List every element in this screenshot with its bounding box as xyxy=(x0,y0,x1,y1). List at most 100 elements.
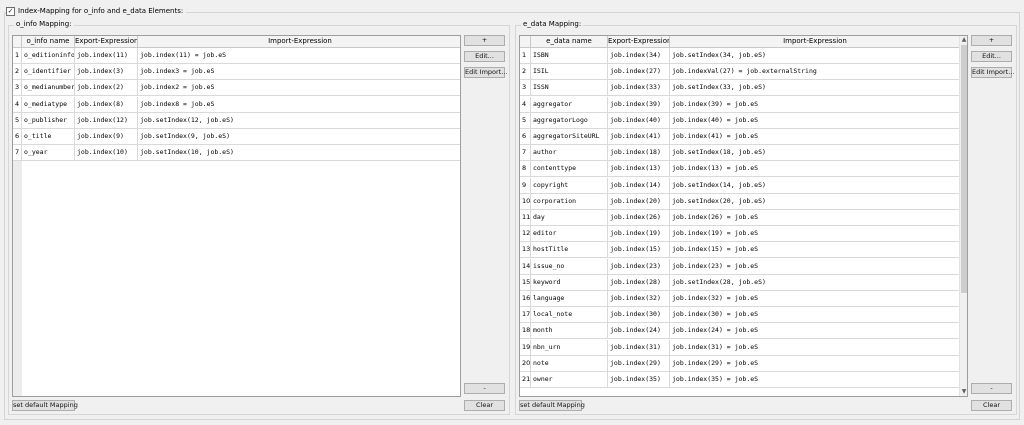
row-number[interactable]: 13 xyxy=(520,242,531,258)
cell-name[interactable]: keyword xyxy=(531,274,608,290)
e-data-edit-import-button[interactable]: Edit Import... xyxy=(971,67,1014,78)
table-row[interactable]: 3 ISSN job.index(33) job.setIndex(33, job.e… xyxy=(520,80,960,97)
table-row[interactable]: 1 o_editioninfo job.index(11) job.index(11)… xyxy=(13,48,460,64)
index-mapping-checkbox[interactable]: ✓ xyxy=(6,6,15,16)
cell-import-expression[interactable]: job.index(26) = job.eS xyxy=(670,210,960,225)
row-number[interactable]: 9 xyxy=(520,177,531,193)
cell-import-expression[interactable]: job.setIndex(9, job.eS) xyxy=(138,129,460,144)
cell-name[interactable]: corporation xyxy=(531,193,608,209)
cell-export-expression[interactable]: job.index(19) xyxy=(608,226,670,242)
table-row[interactable]: 11 day job.index(26) job.index(26) = job.eS xyxy=(520,210,960,226)
cell-name[interactable]: o_year xyxy=(22,145,75,161)
cell-export-expression[interactable]: job.index(32) xyxy=(608,291,670,306)
cell-export-expression[interactable]: job.index(20) xyxy=(608,193,670,209)
row-number[interactable]: 8 xyxy=(520,161,531,177)
cell-import-expression[interactable]: job.setIndex(20, job.eS) xyxy=(670,194,960,209)
cell-export-expression[interactable]: job.index(41) xyxy=(608,129,670,144)
cell-import-expression[interactable]: job.setIndex(33, job.eS) xyxy=(670,80,960,95)
e-data-edit-button[interactable]: Edit... xyxy=(971,51,1012,62)
table-row[interactable]: 14 issue_no job.index(23) job.index(23) = j… xyxy=(520,258,960,275)
row-number[interactable]: 5 xyxy=(520,112,531,128)
column-header-export[interactable]: Export-Expression xyxy=(75,36,138,47)
row-number[interactable]: 2 xyxy=(520,64,531,80)
cell-export-expression[interactable]: job.index(12) xyxy=(75,112,138,128)
o-info-clear-button[interactable]: Clear xyxy=(464,400,505,411)
row-number[interactable]: 7 xyxy=(520,145,531,161)
table-row[interactable]: 15 keyword job.index(28) job.setIndex(28, j… xyxy=(520,274,960,291)
row-number[interactable]: 18 xyxy=(520,323,531,339)
table-row[interactable]: 19 nbn_urn job.index(31) job.index(31) = jo… xyxy=(520,339,960,356)
cell-import-expression[interactable]: job.index(15) = job.eS xyxy=(670,242,960,257)
cell-name[interactable]: o_editioninfo xyxy=(22,48,75,63)
column-header-name[interactable]: e_data name xyxy=(531,36,608,47)
column-header-name[interactable]: o_info name xyxy=(22,36,75,47)
row-number[interactable]: 1 xyxy=(520,48,531,63)
table-row[interactable]: 9 copyright job.index(14) job.setIndex(14, … xyxy=(520,177,960,194)
cell-import-expression[interactable]: job.index(39) = job.eS xyxy=(670,97,960,112)
row-number[interactable]: 2 xyxy=(13,64,22,80)
cell-export-expression[interactable]: job.index(3) xyxy=(75,64,138,80)
cell-import-expression[interactable]: job.index(32) = job.eS xyxy=(670,291,960,306)
cell-name[interactable]: contenttype xyxy=(531,161,608,177)
row-number[interactable]: 12 xyxy=(520,226,531,242)
cell-export-expression[interactable]: job.index(28) xyxy=(608,274,670,290)
table-row[interactable]: 5 o_publisher job.index(12) job.setIndex(12… xyxy=(13,112,460,129)
cell-name[interactable]: aggregatorLogo xyxy=(531,112,608,128)
cell-export-expression[interactable]: job.index(14) xyxy=(608,177,670,193)
cell-name[interactable]: author xyxy=(531,145,608,161)
cell-export-expression[interactable]: job.index(30) xyxy=(608,307,670,323)
row-number[interactable]: 21 xyxy=(520,372,531,387)
cell-name[interactable]: local_note xyxy=(531,307,608,323)
cell-export-expression[interactable]: job.index(27) xyxy=(608,64,670,80)
cell-export-expression[interactable]: job.index(2) xyxy=(75,80,138,96)
cell-name[interactable]: o_identifier xyxy=(22,64,75,80)
cell-import-expression[interactable]: job.setIndex(18, job.eS) xyxy=(670,145,960,160)
cell-name[interactable]: hostTitle xyxy=(531,242,608,258)
e-data-remove-button[interactable]: - xyxy=(971,383,1012,394)
o-info-add-button[interactable]: + xyxy=(464,35,505,46)
table-row[interactable]: 17 local_note job.index(30) job.index(30) =… xyxy=(520,307,960,324)
cell-export-expression[interactable]: job.index(40) xyxy=(608,112,670,128)
table-row[interactable]: 7 author job.index(18) job.setIndex(18, job… xyxy=(520,145,960,162)
row-number[interactable]: 19 xyxy=(520,339,531,355)
cell-import-expression[interactable]: job.index(13) = job.eS xyxy=(670,161,960,176)
scroll-up-arrow-icon[interactable]: ▲ xyxy=(960,36,967,44)
row-number[interactable]: 1 xyxy=(13,48,22,63)
table-row[interactable]: 13 hostTitle job.index(15) job.index(15) = … xyxy=(520,242,960,259)
cell-import-expression[interactable]: job.index(29) = job.eS xyxy=(670,356,960,371)
o-info-set-default-button[interactable]: set default Mapping xyxy=(12,400,78,411)
cell-export-expression[interactable]: job.index(8) xyxy=(75,96,138,112)
cell-import-expression[interactable]: job.index(40) = job.eS xyxy=(670,113,960,128)
column-header-import[interactable]: Import-Expression xyxy=(670,36,960,47)
cell-import-expression[interactable]: job.index8 = job.eS xyxy=(138,97,460,112)
cell-name[interactable]: ISBN xyxy=(531,48,608,63)
cell-export-expression[interactable]: job.index(24) xyxy=(608,323,670,339)
cell-name[interactable]: ISSN xyxy=(531,80,608,96)
row-number[interactable]: 20 xyxy=(520,355,531,371)
row-number[interactable]: 4 xyxy=(13,96,22,112)
cell-import-expression[interactable]: job.index(11) = job.eS xyxy=(138,48,460,63)
table-row[interactable]: 5 aggregatorLogo job.index(40) job.index(40… xyxy=(520,112,960,129)
table-row[interactable]: 3 o_medianumber job.index(2) job.index2 = j… xyxy=(13,80,460,97)
cell-export-expression[interactable]: job.index(29) xyxy=(608,355,670,371)
column-header-import[interactable]: Import-Expression xyxy=(138,36,460,47)
table-row[interactable]: 12 editor job.index(19) job.index(19) = job… xyxy=(520,226,960,243)
cell-export-expression[interactable]: job.index(33) xyxy=(608,80,670,96)
cell-import-expression[interactable]: job.setIndex(10, job.eS) xyxy=(138,145,460,160)
table-row[interactable]: 16 language job.index(32) job.index(32) = j… xyxy=(520,291,960,307)
cell-export-expression[interactable]: job.index(23) xyxy=(608,258,670,274)
cell-name[interactable]: ISIL xyxy=(531,64,608,80)
cell-import-expression[interactable]: job.index(23) = job.eS xyxy=(670,259,960,274)
table-row[interactable]: 10 corporation job.index(20) job.setIndex(2… xyxy=(520,193,960,210)
cell-name[interactable]: o_publisher xyxy=(22,112,75,128)
cell-name[interactable]: issue_no xyxy=(531,258,608,274)
cell-export-expression[interactable]: job.index(34) xyxy=(608,48,670,63)
cell-export-expression[interactable]: job.index(10) xyxy=(75,145,138,161)
o-info-remove-button[interactable]: - xyxy=(464,383,505,394)
table-row[interactable]: 2 o_identifier job.index(3) job.index3 = jo… xyxy=(13,64,460,81)
cell-import-expression[interactable]: job.index(31) = job.eS xyxy=(670,340,960,355)
cell-import-expression[interactable]: job.index(19) = job.eS xyxy=(670,226,960,241)
cell-export-expression[interactable]: job.index(26) xyxy=(608,210,670,225)
cell-import-expression[interactable]: job.setIndex(34, job.eS) xyxy=(670,48,960,63)
row-number[interactable]: 7 xyxy=(13,145,22,161)
